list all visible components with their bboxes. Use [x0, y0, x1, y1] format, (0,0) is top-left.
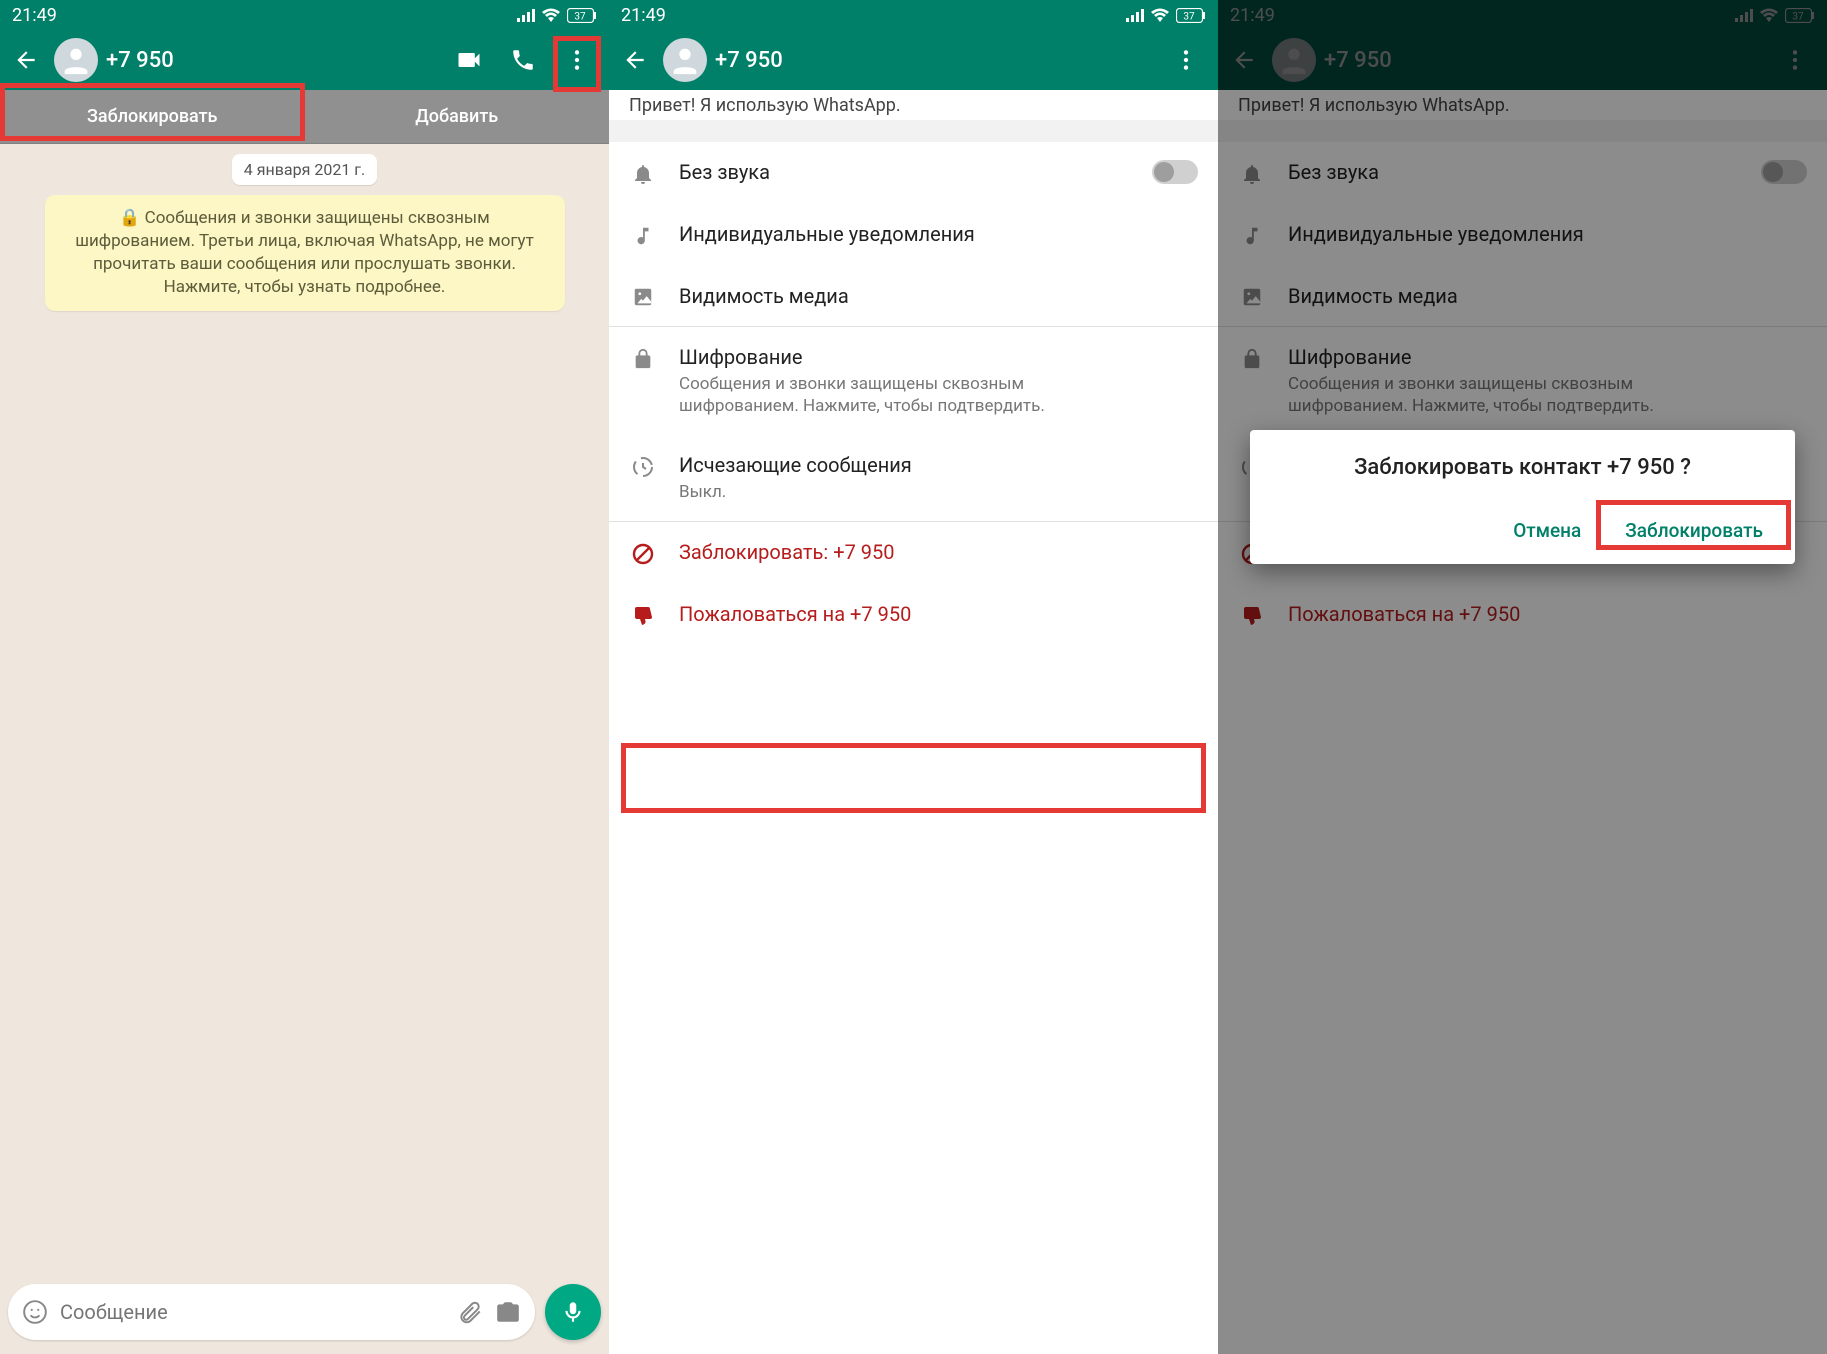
row-custom-notifications[interactable]: Индивидуальные уведомления [609, 204, 1218, 266]
more-menu-icon[interactable] [1166, 40, 1206, 80]
mute-toggle[interactable] [1152, 160, 1198, 184]
row-media-visibility[interactable]: Видимость медиа [609, 266, 1218, 326]
battery-icon: 37 [567, 8, 597, 23]
wifi-icon [1150, 8, 1170, 23]
encryption-notice[interactable]: 🔒 Сообщения и звонки защищены сквозным ш… [45, 195, 565, 311]
dialog-title: Заблокировать контакт +7 950 ? [1274, 454, 1771, 483]
row-block[interactable]: Заблокировать: +7 950 [609, 522, 1218, 584]
custom-notif-label: Индивидуальные уведомления [679, 222, 1198, 246]
camera-icon[interactable] [495, 1299, 521, 1325]
signal-icon [1126, 8, 1144, 22]
bell-icon [629, 160, 657, 186]
wifi-icon [541, 8, 561, 23]
note-icon [629, 222, 657, 248]
svg-text:37: 37 [574, 11, 586, 22]
block-icon [629, 540, 657, 566]
date-chip: 4 января 2021 г. [232, 154, 377, 185]
dialog-confirm-button[interactable]: Заблокировать [1617, 509, 1771, 552]
dialog-cancel-button[interactable]: Отмена [1505, 509, 1589, 552]
row-report[interactable]: Пожаловаться на +7 950 [609, 584, 1218, 646]
tab-block[interactable]: Заблокировать [0, 90, 305, 143]
status-icons: 37 [1126, 8, 1206, 23]
report-label: Пожаловаться на +7 950 [679, 602, 1198, 626]
status-bar: 21:49 37 [609, 0, 1218, 30]
avatar[interactable] [663, 38, 707, 82]
modal-backdrop[interactable] [1218, 0, 1827, 1354]
contact-settings: Привет! Я использую WhatsApp. Без звука … [609, 90, 1218, 1354]
message-input[interactable] [60, 1300, 445, 1324]
signal-icon [517, 8, 535, 22]
block-confirm-dialog: Заблокировать контакт +7 950 ? Отмена За… [1250, 430, 1795, 564]
contact-title[interactable]: +7 950 [715, 48, 1158, 73]
row-encryption[interactable]: Шифрование Сообщения и звонки защищены с… [609, 327, 1218, 435]
encryption-sub: Сообщения и звонки защищены сквозным шиф… [679, 373, 1059, 417]
media-vis-label: Видимость медиа [679, 284, 1198, 308]
mute-label: Без звука [679, 160, 1130, 184]
emoji-icon[interactable] [22, 1299, 48, 1325]
disappearing-sub: Выкл. [679, 481, 1059, 503]
status-time: 21:49 [12, 5, 57, 26]
lock-icon [629, 345, 657, 371]
timer-icon [629, 453, 657, 479]
screenshot-2: 21:49 37 +7 950 Привет! Я использую What… [609, 0, 1218, 1354]
disappearing-label: Исчезающие сообщения [679, 453, 1198, 477]
block-add-tabs: Заблокировать Добавить [0, 90, 609, 144]
svg-text:37: 37 [1183, 11, 1195, 22]
avatar[interactable] [54, 38, 98, 82]
tab-add[interactable]: Добавить [305, 90, 610, 143]
mic-button[interactable] [545, 1284, 601, 1340]
status-time: 21:49 [621, 5, 666, 26]
attach-icon[interactable] [457, 1299, 483, 1325]
partial-about: Привет! Я использую WhatsApp. [609, 90, 1218, 120]
message-input-bar [8, 1284, 601, 1340]
status-icons: 37 [517, 8, 597, 23]
screenshot-1: 21:49 37 +7 950 [0, 0, 609, 1354]
contact-header: +7 950 [609, 30, 1218, 90]
row-mute[interactable]: Без звука [609, 142, 1218, 204]
video-call-icon[interactable] [449, 40, 489, 80]
encryption-label: Шифрование [679, 345, 1198, 369]
thumbs-down-icon [629, 602, 657, 628]
chat-header: +7 950 [0, 30, 609, 90]
chat-area: 4 января 2021 г. 🔒 Сообщения и звонки за… [0, 144, 609, 1354]
image-icon [629, 284, 657, 308]
chat-title[interactable]: +7 950 [106, 48, 441, 73]
status-bar: 21:49 37 [0, 0, 609, 30]
message-input-pill[interactable] [8, 1284, 535, 1340]
row-disappearing[interactable]: Исчезающие сообщения Выкл. [609, 435, 1218, 521]
more-menu-icon[interactable] [557, 40, 597, 80]
back-icon[interactable] [615, 40, 655, 80]
screenshot-3: 21:49 37 +7 950 Привет! Я использую What… [1218, 0, 1827, 1354]
back-icon[interactable] [6, 40, 46, 80]
battery-icon: 37 [1176, 8, 1206, 23]
block-label: Заблокировать: +7 950 [679, 540, 1198, 564]
voice-call-icon[interactable] [503, 40, 543, 80]
